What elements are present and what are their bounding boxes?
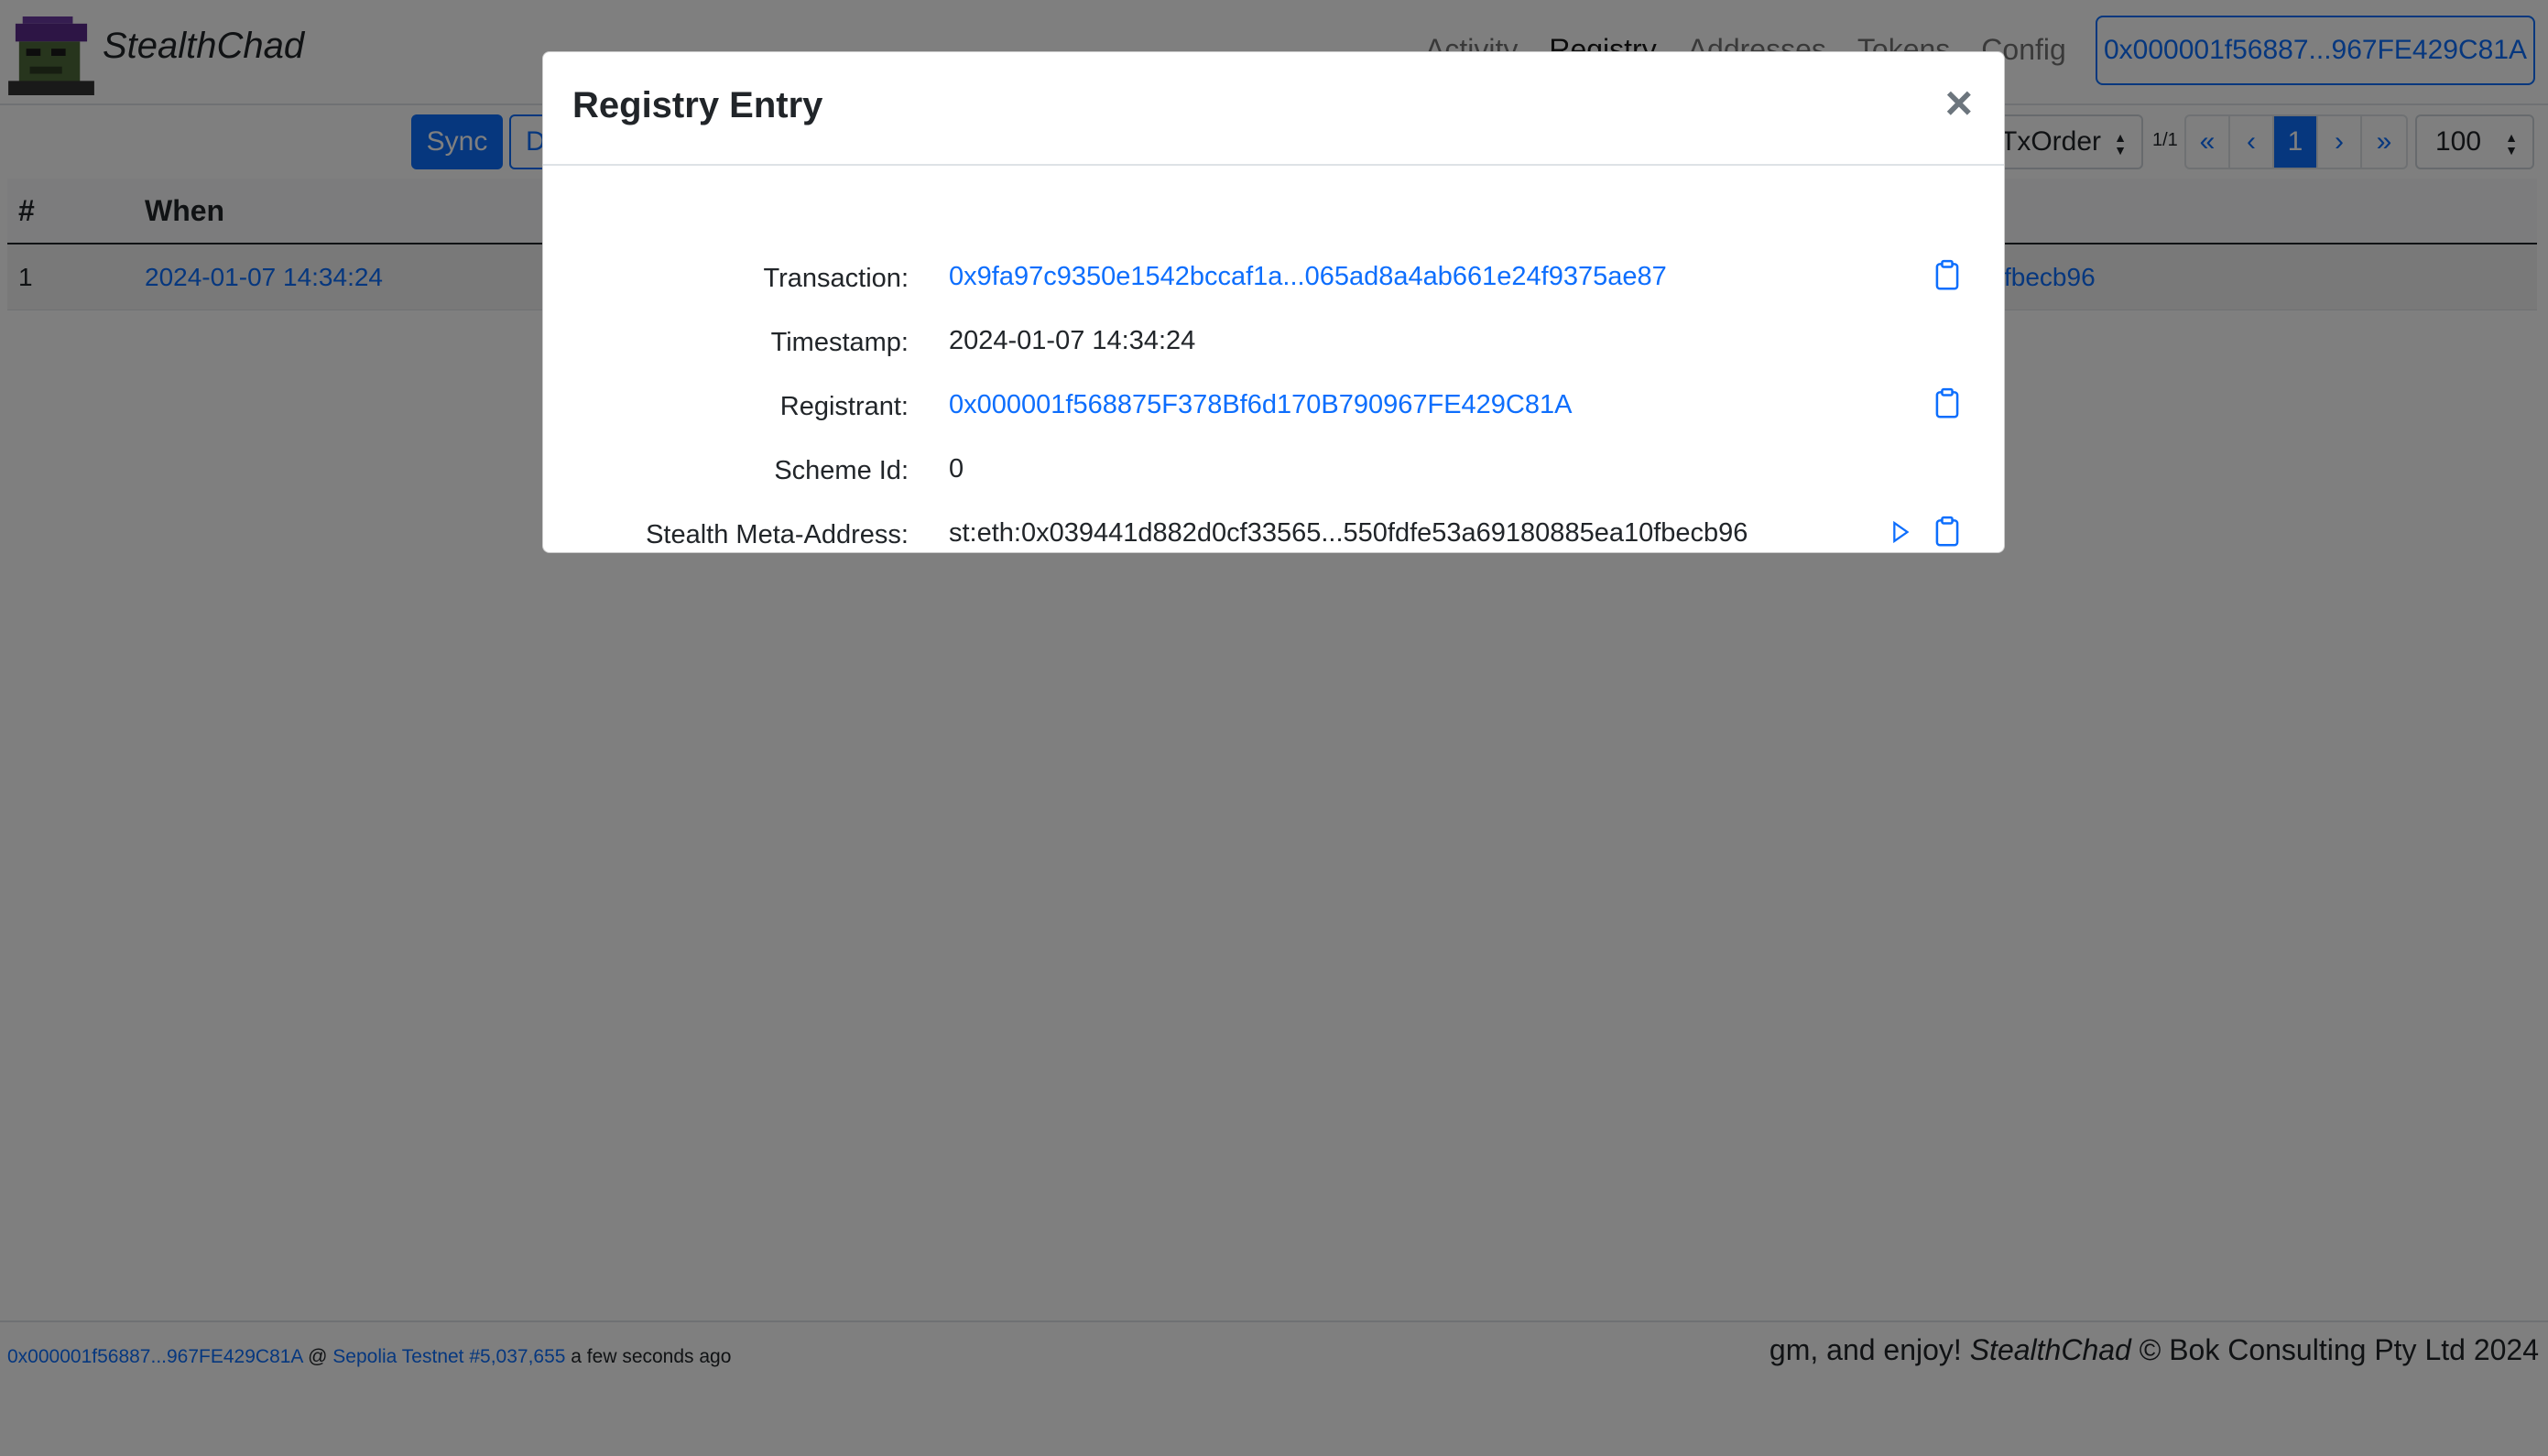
modal-title: Registry Entry [572,85,823,125]
meta-address-value: st:eth:0x039441d882d0cf33565...550fdfe53… [949,518,1748,548]
meta-address-label: Stealth Meta-Address: [646,520,909,549]
meta-address-field: Stealth Meta-Address: st:eth:0x039441d88… [543,509,2004,560]
transaction-label: Transaction: [763,264,909,293]
registrant-field: Registrant: 0x000001f568875F378Bf6d170B7… [543,381,2004,432]
clipboard-icon[interactable] [1930,258,1965,293]
registry-entry-modal: Registry Entry × Transaction: 0x9fa97c93… [542,51,2005,553]
clipboard-icon[interactable] [1930,386,1965,421]
scheme-id-field: Scheme Id: 0 [543,445,2004,496]
registrant-label: Registrant: [779,392,909,421]
transaction-link[interactable]: 0x9fa97c9350e1542bccaf1a...065ad8a4ab661… [949,262,1667,292]
clipboard-icon[interactable] [1930,515,1965,549]
transaction-field: Transaction: 0x9fa97c9350e1542bccaf1a...… [543,253,2004,304]
scheme-id-value: 0 [949,454,964,484]
timestamp-field: Timestamp: 2024-01-07 14:34:24 [543,317,2004,368]
modal-header: Registry Entry × [543,52,2004,166]
scheme-id-label: Scheme Id: [774,456,909,485]
registrant-link[interactable]: 0x000001f568875F378Bf6d170B790967FE429C8… [949,390,1572,420]
play-icon[interactable] [1884,516,1915,548]
timestamp-label: Timestamp: [770,328,909,357]
timestamp-value: 2024-01-07 14:34:24 [949,326,1196,355]
close-icon[interactable]: × [1945,80,1973,127]
